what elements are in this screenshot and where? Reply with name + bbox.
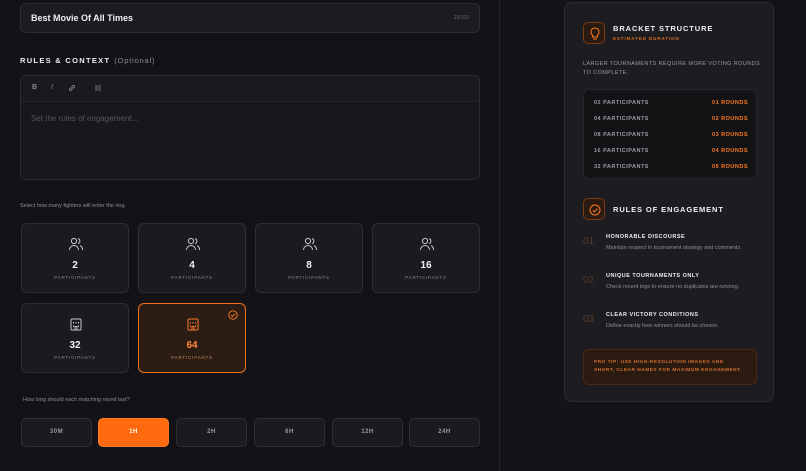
building-icon [70, 318, 82, 331]
participants-label: PARTICIPANTS [171, 355, 213, 360]
participants-option-2[interactable]: 2 PARTICIPANTS [21, 223, 129, 293]
duration-option-2h[interactable]: 2H [176, 418, 247, 447]
bold-button[interactable]: B [32, 84, 37, 91]
check-circle-icon [583, 198, 605, 220]
users-icon [69, 237, 83, 251]
rule-number: 01 [583, 236, 595, 247]
optional-tag: (Optional) [114, 56, 156, 65]
duration-option-30m[interactable]: 30M [21, 418, 92, 447]
duration-hint: How long should each matching round last… [23, 397, 130, 403]
info-panel: BRACKET STRUCTURE ESTIMATED DURATION LAR… [564, 2, 774, 402]
rule-description: Maintain respect in tournament strategy … [606, 245, 742, 251]
rule-number: 02 [583, 275, 595, 286]
rule-description: Check recent logs to ensure no duplicate… [606, 284, 740, 290]
editor-toolbar: B I [21, 76, 479, 102]
bracket-subtitle: ESTIMATED DURATION [613, 36, 680, 41]
duration-option-6h[interactable]: 6H [254, 418, 325, 447]
rounds-row: 02 PARTICIPANTS 01 ROUNDS [594, 100, 748, 106]
participants-label: PARTICIPANTS [171, 275, 213, 280]
rule-title: HONORABLE DISCOURSE [606, 234, 686, 240]
rule-title: CLEAR VICTORY CONDITIONS [606, 312, 699, 318]
participants-label: PARTICIPANTS [288, 275, 330, 280]
rules-editor[interactable]: B I Set the rules of engagement... [20, 75, 480, 180]
participants-option-4[interactable]: 4 PARTICIPANTS [138, 223, 246, 293]
participants-count: 64 [186, 340, 198, 351]
engagement-title: RULES OF ENGAGEMENT [613, 205, 724, 214]
duration-option-1h[interactable]: 1H [98, 418, 169, 447]
rounds-row: 16 PARTICIPANTS 04 ROUNDS [594, 148, 748, 154]
bracket-title: BRACKET STRUCTURE [613, 24, 714, 33]
participants-option-64[interactable]: 64 PARTICIPANTS [138, 303, 246, 373]
rounds-row: 08 PARTICIPANTS 03 ROUNDS [594, 132, 748, 138]
participants-label: PARTICIPANTS [54, 355, 96, 360]
check-circle-icon [228, 310, 238, 320]
participants-label: PARTICIPANTS [54, 275, 96, 280]
title-value: Best Movie Of All Times [31, 13, 134, 23]
rule-title: UNIQUE TOURNAMENTS ONLY [606, 273, 700, 279]
rounds-row: 32 PARTICIPANTS 05 ROUNDS [594, 164, 748, 170]
participants-option-32[interactable]: 32 PARTICIPANTS [21, 303, 129, 373]
link-icon[interactable] [68, 84, 76, 94]
lightbulb-icon [583, 22, 605, 44]
rule-description: Define exactly how winners should be cho… [606, 323, 719, 329]
participants-count: 32 [69, 340, 81, 351]
participants-option-8[interactable]: 8 PARTICIPANTS [255, 223, 363, 293]
title-char-counter: 23/100 [453, 15, 469, 21]
list-icon[interactable] [94, 84, 102, 94]
participants-hint: Select how many fighters will enter the … [20, 203, 127, 209]
users-icon [420, 237, 434, 251]
building-icon [187, 318, 199, 331]
rules-placeholder: Set the rules of engagement... [31, 114, 139, 123]
bracket-description: LARGER TOURNAMENTS REQUIRE MORE VOTING R… [583, 61, 761, 76]
participants-count: 4 [189, 260, 195, 271]
duration-option-24h[interactable]: 24H [409, 418, 480, 447]
rounds-row: 04 PARTICIPANTS 02 ROUNDS [594, 116, 748, 122]
duration-option-12h[interactable]: 12H [332, 418, 403, 447]
participants-label: PARTICIPANTS [405, 275, 447, 280]
participants-option-16[interactable]: 16 PARTICIPANTS [372, 223, 480, 293]
participants-count: 8 [306, 260, 312, 271]
rules-section-label: RULES & CONTEXT (Optional) [20, 56, 156, 65]
rule-number: 03 [583, 314, 595, 325]
rounds-table: 02 PARTICIPANTS 01 ROUNDS 04 PARTICIPANTS… [583, 89, 757, 179]
participants-count: 2 [72, 260, 78, 271]
users-icon [186, 237, 200, 251]
users-icon [303, 237, 317, 251]
tournament-title-input[interactable]: Best Movie Of All Times 23/100 [20, 3, 480, 33]
italic-button[interactable]: I [51, 84, 53, 91]
participants-count: 16 [420, 260, 432, 271]
pro-tip: PRO TIP: USE HIGH-RESOLUTION IMAGES AND … [583, 349, 757, 385]
